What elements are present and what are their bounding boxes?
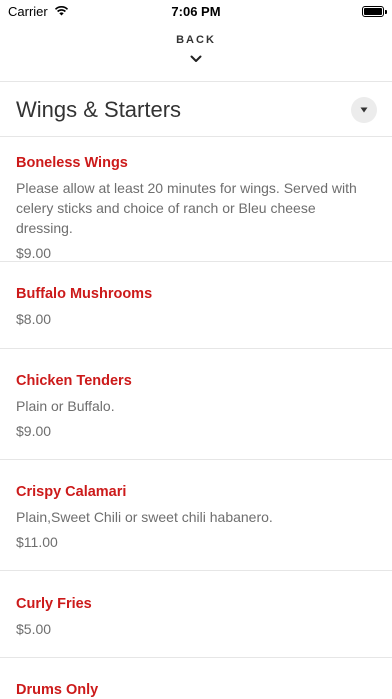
menu-item-buffalo-mushrooms[interactable]: Buffalo Mushrooms $8.00 <box>0 285 392 329</box>
item-name: Buffalo Mushrooms <box>16 286 153 302</box>
divider <box>0 657 392 658</box>
item-description: Plain,Sweet Chili or sweet chili habaner… <box>16 509 273 525</box>
divider <box>0 136 392 137</box>
divider <box>0 348 392 349</box>
section-title: Wings & Starters <box>16 97 182 122</box>
section-header: Wings & Starters <box>0 84 392 136</box>
item-price: $11.00 <box>16 534 58 550</box>
category-dropdown-button[interactable] <box>351 97 377 123</box>
menu-item-boneless-wings[interactable]: Boneless Wings Please allow at least 20 … <box>0 154 392 263</box>
divider <box>0 261 392 262</box>
carrier-label: Carrier <box>8 3 48 19</box>
item-name: Drums Only <box>16 682 99 698</box>
status-left: Carrier <box>8 4 69 19</box>
item-price: $9.00 <box>16 423 52 439</box>
menu-item-chicken-tenders[interactable]: Chicken Tenders Plain or Buffalo. $9.00 <box>0 372 392 441</box>
item-name: Crispy Calamari <box>16 484 127 500</box>
back-label: BACK <box>176 34 216 46</box>
divider <box>0 81 392 82</box>
back-button[interactable]: BACK <box>0 34 392 74</box>
divider <box>0 459 392 460</box>
menu-item-curly-fries[interactable]: Curly Fries $5.00 <box>0 595 392 639</box>
item-price: $9.00 <box>16 245 52 261</box>
item-name: Boneless Wings <box>16 155 128 171</box>
chevron-down-icon <box>190 50 202 68</box>
triangle-down-icon <box>360 107 368 113</box>
item-price: $8.00 <box>16 311 52 327</box>
divider <box>0 570 392 571</box>
wifi-icon <box>54 4 69 19</box>
menu-item-drums-only[interactable]: Drums Only <box>0 681 392 699</box>
menu-item-crispy-calamari[interactable]: Crispy Calamari Plain,Sweet Chili or swe… <box>0 483 392 552</box>
item-name: Chicken Tenders <box>16 373 132 389</box>
item-description: Please allow at least 20 minutes for win… <box>16 180 357 236</box>
item-description: Plain or Buffalo. <box>16 398 115 414</box>
item-price: $5.00 <box>16 621 52 637</box>
battery-icon <box>362 5 387 17</box>
item-name: Curly Fries <box>16 596 92 612</box>
status-bar: Carrier 7:06 PM <box>0 0 392 22</box>
